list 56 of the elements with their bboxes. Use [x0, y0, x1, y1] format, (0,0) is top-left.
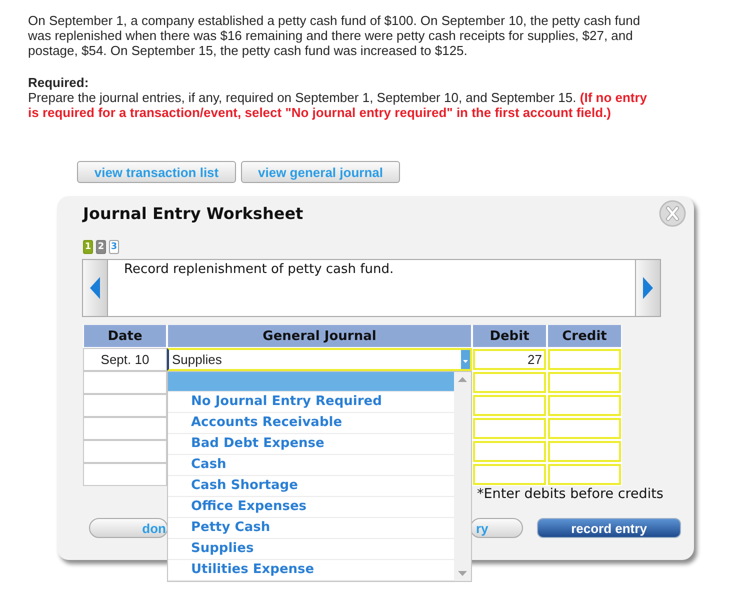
dropdown-option[interactable]: Utilities Expense [168, 560, 454, 581]
date-field[interactable] [83, 394, 167, 417]
secondary-button[interactable]: ry [470, 518, 523, 538]
column-header: Credit [547, 325, 622, 348]
note-text: *Enter debits before credits [477, 486, 664, 502]
amount-field[interactable] [547, 463, 622, 486]
amount-field[interactable] [547, 417, 622, 440]
column-header: Date [83, 325, 167, 348]
close-icon[interactable] [659, 200, 686, 227]
dropdown-option[interactable]: No Journal Entry Required [168, 392, 454, 413]
amount-field[interactable] [547, 394, 622, 417]
dropdown-option[interactable]: Supplies [168, 539, 454, 560]
step-tab[interactable]: 1 [83, 240, 93, 254]
scrollbar[interactable] [454, 372, 471, 581]
step-tab[interactable]: 2 [96, 240, 106, 254]
date-field[interactable]: Sept. 10 [83, 348, 167, 371]
column-header: Debit [472, 325, 547, 348]
right-triangle-icon [643, 277, 653, 299]
next-button[interactable] [635, 260, 660, 316]
description-text: Record replenishment of petty cash fund. [124, 262, 394, 278]
dropdown-option[interactable]: Cash [168, 455, 454, 476]
instructions-text: Prepare the journal entries, if any, required on September 1, September 10, and September 15. (If no entry is required for a transaction/event, select "No journal entry required" in the first account field.) [28, 90, 648, 120]
dropdown-option[interactable] [168, 372, 454, 392]
view-button[interactable]: view transaction list [77, 161, 236, 183]
amount-field[interactable] [547, 348, 622, 371]
primary-button[interactable]: record entry [537, 518, 681, 538]
amount-field[interactable] [547, 440, 622, 463]
problem-text: On September 1, a company established a petty cash fund of $100. On September 10, the petty cash fund was replenished when there was $16 remaining and there were petty cash receipts for supplies, $27, and postage, $54. On September 15, the petty cash fund was increased to $125. [28, 13, 642, 58]
date-field[interactable] [83, 463, 167, 486]
date-field[interactable] [83, 440, 167, 463]
dropdown-option[interactable]: Petty Cash [168, 518, 454, 539]
secondary-button[interactable]: don [89, 518, 168, 538]
required-heading: Required: [28, 75, 89, 90]
caret-icon[interactable] [461, 350, 470, 369]
amount-field[interactable] [472, 394, 547, 417]
down-arrow-icon[interactable] [458, 571, 467, 576]
dropdown-option[interactable]: Bad Debt Expense [168, 434, 454, 455]
worksheet-title: Journal Entry Worksheet [83, 204, 304, 223]
amount-field[interactable]: 27 [472, 348, 547, 371]
date-field[interactable] [83, 371, 167, 394]
left-triangle-icon [90, 277, 100, 299]
dropdown-option[interactable]: Office Expenses [168, 497, 454, 518]
view-button[interactable]: view general journal [241, 161, 400, 183]
previous-button[interactable] [83, 260, 108, 316]
amount-field[interactable] [547, 371, 622, 394]
column-header: General Journal [167, 325, 472, 348]
amount-field[interactable] [472, 371, 547, 394]
amount-field[interactable] [472, 417, 547, 440]
dropdown-option[interactable]: Cash Shortage [168, 476, 454, 497]
account-select[interactable]: Supplies [167, 348, 472, 371]
date-field[interactable] [83, 417, 167, 440]
amount-field[interactable] [472, 440, 547, 463]
amount-field[interactable] [472, 463, 547, 486]
up-arrow-icon[interactable] [458, 377, 467, 382]
step-tab[interactable]: 3 [109, 240, 119, 254]
dropdown-option[interactable]: Accounts Receivable [168, 413, 454, 434]
